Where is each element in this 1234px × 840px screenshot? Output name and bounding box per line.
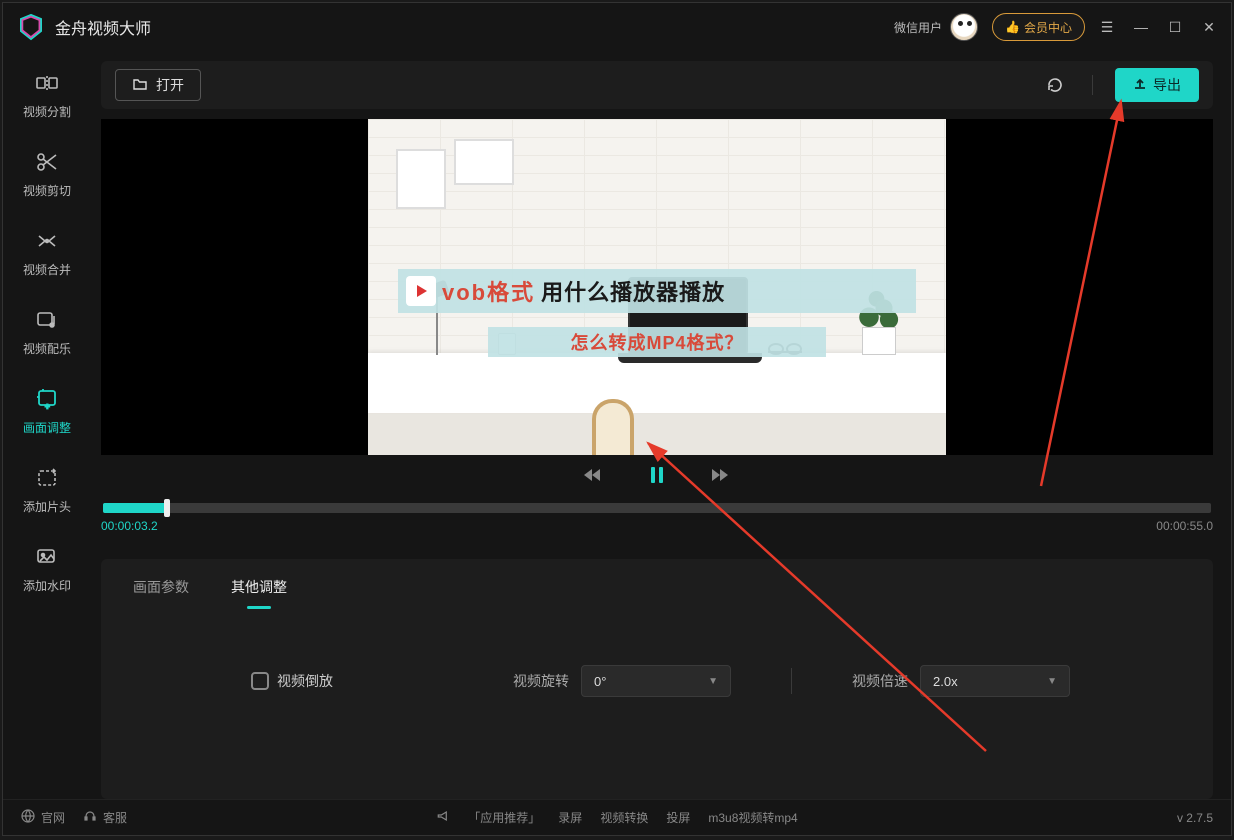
rotate-select[interactable]: 0° ▼	[581, 665, 731, 697]
app-logo-icon	[17, 13, 45, 41]
sidebar-item-split[interactable]: 视频分割	[11, 69, 83, 120]
speed-select[interactable]: 2.0x ▼	[920, 665, 1070, 697]
sidebar-item-intro[interactable]: 添加片头	[11, 464, 83, 515]
tabs: 画面参数 其他调整	[121, 559, 1193, 615]
forward-button[interactable]	[709, 463, 733, 487]
rotate-value: 0°	[594, 674, 606, 689]
menu-button[interactable]: ☰	[1099, 19, 1115, 35]
refresh-button[interactable]	[1040, 70, 1070, 100]
window-controls: ☰ — ☐ ✕	[1099, 19, 1217, 35]
rewind-button[interactable]	[581, 463, 605, 487]
timeline-track[interactable]	[103, 503, 1211, 513]
pause-button[interactable]	[645, 463, 669, 487]
folder-icon	[132, 76, 148, 95]
megaphone-icon	[436, 809, 450, 826]
sidebar-item-adjust[interactable]: + 画面调整	[11, 385, 83, 436]
caption-overlay-1: vob格式 用什么播放器播放	[398, 269, 916, 313]
open-button[interactable]: 打开	[115, 69, 201, 101]
thumbs-up-icon: 👍	[1005, 20, 1020, 34]
tab-picture-params[interactable]: 画面参数	[131, 571, 191, 603]
open-label: 打开	[156, 75, 184, 95]
app-window: 金舟视频大师 微信用户 👍 会员中心 ☰ — ☐ ✕ 视频分割 视频剪切	[2, 2, 1232, 836]
timeline-thumb[interactable]	[164, 499, 170, 517]
chevron-down-icon: ▼	[708, 676, 718, 687]
video-preview: vob格式 用什么播放器播放 怎么转成MP4格式？	[101, 119, 1213, 455]
globe-icon	[21, 809, 35, 826]
timeline: 00:00:03.2 00:00:55.0	[101, 495, 1213, 537]
sidebar-item-label: 添加水印	[23, 577, 71, 594]
footer-support-link[interactable]: 客服	[83, 809, 127, 826]
checkbox-icon	[251, 672, 269, 690]
speed-label: 视频倍速	[852, 671, 908, 691]
sidebar: 视频分割 视频剪切 视频合并 视频配乐 + 画面调整 添加片头	[3, 51, 91, 799]
adjust-icon: +	[33, 385, 61, 413]
footer-link-cast[interactable]: 投屏	[666, 809, 690, 826]
export-label: 导出	[1153, 75, 1181, 95]
svg-text:+: +	[45, 402, 50, 411]
video-frame[interactable]: vob格式 用什么播放器播放 怎么转成MP4格式？	[368, 119, 946, 455]
app-body: 视频分割 视频剪切 视频合并 视频配乐 + 画面调整 添加片头	[3, 51, 1231, 799]
footer-promo: 「应用推荐」 录屏 视频转换 投屏 m3u8视频转mp4	[436, 809, 797, 826]
upload-icon	[1133, 77, 1147, 94]
titlebar: 金舟视频大师 微信用户 👍 会员中心 ☰ — ☐ ✕	[3, 3, 1231, 51]
sidebar-item-music[interactable]: 视频配乐	[11, 306, 83, 357]
time-current: 00:00:03.2	[101, 519, 158, 533]
split-icon	[33, 69, 61, 97]
sidebar-item-label: 视频配乐	[23, 340, 71, 357]
time-duration: 00:00:55.0	[1156, 519, 1213, 533]
divider	[791, 668, 792, 694]
footer-link-m3u8[interactable]: m3u8视频转mp4	[708, 809, 797, 826]
toolbar: 打开 导出	[101, 61, 1213, 109]
app-title: 金舟视频大师	[55, 15, 151, 39]
vip-center-button[interactable]: 👍 会员中心	[992, 13, 1085, 41]
speed-value: 2.0x	[933, 674, 958, 689]
avatar[interactable]	[950, 13, 978, 41]
params-panel: 画面参数 其他调整 视频倒放 视频旋转 0° ▼	[101, 559, 1213, 799]
sidebar-item-label: 画面调整	[23, 419, 71, 436]
main-panel: 打开 导出	[91, 51, 1231, 799]
rotate-label: 视频旋转	[513, 671, 569, 691]
sidebar-item-watermark[interactable]: 添加水印	[11, 543, 83, 594]
close-button[interactable]: ✕	[1201, 19, 1217, 35]
maximize-button[interactable]: ☐	[1167, 19, 1183, 35]
footer-site-link[interactable]: 官网	[21, 809, 65, 826]
vip-label: 会员中心	[1024, 19, 1072, 36]
headset-icon	[83, 809, 97, 826]
footer-site-label: 官网	[41, 809, 65, 826]
controls-row: 视频倒放 视频旋转 0° ▼ 视频倍速 2.0x ▼	[121, 665, 1193, 697]
refresh-icon	[1046, 76, 1064, 94]
timeline-fill	[103, 503, 167, 513]
caption-text-black: 用什么播放器播放	[541, 275, 725, 307]
caption-text-red: vob格式	[442, 275, 535, 307]
user-label: 微信用户	[894, 19, 942, 36]
footer-promo-label: 「应用推荐」	[468, 809, 540, 826]
sidebar-item-merge[interactable]: 视频合并	[11, 227, 83, 278]
play-badge-icon	[406, 276, 436, 306]
chevron-down-icon: ▼	[1047, 676, 1057, 687]
sidebar-item-label: 视频合并	[23, 261, 71, 278]
tab-other-adjust[interactable]: 其他调整	[229, 571, 289, 603]
intro-icon	[33, 464, 61, 492]
sidebar-item-label: 添加片头	[23, 498, 71, 515]
footer-support-label: 客服	[103, 809, 127, 826]
sidebar-item-label: 视频分割	[23, 103, 71, 120]
footer: 官网 客服 「应用推荐」 录屏 视频转换 投屏 m3u8视频转mp4 v 2.7…	[3, 799, 1231, 835]
sidebar-item-cut[interactable]: 视频剪切	[11, 148, 83, 199]
footer-link-convert[interactable]: 视频转换	[600, 809, 648, 826]
footer-version: v 2.7.5	[1177, 811, 1213, 825]
merge-icon	[33, 227, 61, 255]
sidebar-item-label: 视频剪切	[23, 182, 71, 199]
caption-overlay-2: 怎么转成MP4格式？	[488, 327, 826, 357]
reverse-checkbox[interactable]: 视频倒放	[251, 671, 333, 691]
reverse-label: 视频倒放	[277, 671, 333, 691]
export-button[interactable]: 导出	[1115, 68, 1199, 102]
divider	[1092, 75, 1093, 95]
watermark-icon	[33, 543, 61, 571]
player-controls	[101, 455, 1213, 495]
scissors-icon	[33, 148, 61, 176]
footer-link-record[interactable]: 录屏	[558, 809, 582, 826]
music-icon	[33, 306, 61, 334]
minimize-button[interactable]: —	[1133, 19, 1149, 35]
